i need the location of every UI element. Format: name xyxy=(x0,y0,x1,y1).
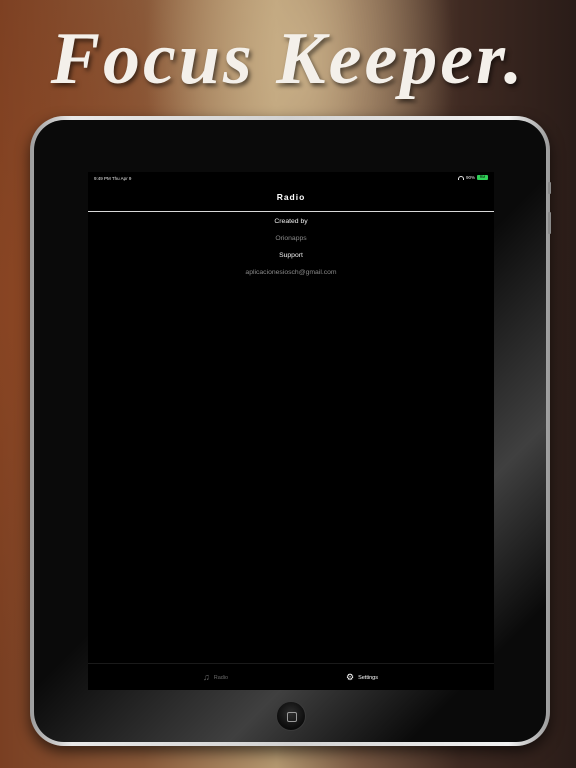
created-by-value[interactable]: Orionapps xyxy=(88,235,494,242)
promo-headline: Focus Keeper. xyxy=(50,18,526,100)
tab-radio[interactable]: ♫ Radio xyxy=(203,664,228,690)
wifi-icon xyxy=(457,175,464,180)
gear-icon: ⚙ xyxy=(346,672,355,682)
created-by-label: Created by xyxy=(274,218,308,225)
music-note-icon: ♫ xyxy=(203,672,210,682)
app-screen: 9:49 PM Thu Apr 9 90% RM Radio Created b… xyxy=(88,172,494,690)
device-volume-button xyxy=(548,212,551,234)
nav-divider xyxy=(88,211,494,212)
tab-settings-label: Settings xyxy=(358,674,378,681)
battery-icon: RM xyxy=(477,175,488,180)
status-time: 9:49 PM Thu Apr 9 xyxy=(94,176,132,181)
support-label: Support xyxy=(279,252,303,259)
home-button[interactable] xyxy=(276,701,306,731)
nav-title: Radio xyxy=(276,192,306,202)
status-indicators: 90% RM xyxy=(457,175,488,180)
tab-radio-label: Radio xyxy=(213,674,229,681)
status-bar: 9:49 PM Thu Apr 9 90% RM xyxy=(88,172,494,184)
tab-settings[interactable]: ⚙ Settings xyxy=(346,664,378,690)
support-email-link[interactable]: aplicacionesiosch@gmail.com xyxy=(88,269,494,276)
tab-bar: ♫ Radio ⚙ Settings xyxy=(88,663,494,690)
home-button-icon xyxy=(287,712,297,722)
battery-percent: 90% xyxy=(465,175,475,180)
device-side-button xyxy=(548,182,551,194)
